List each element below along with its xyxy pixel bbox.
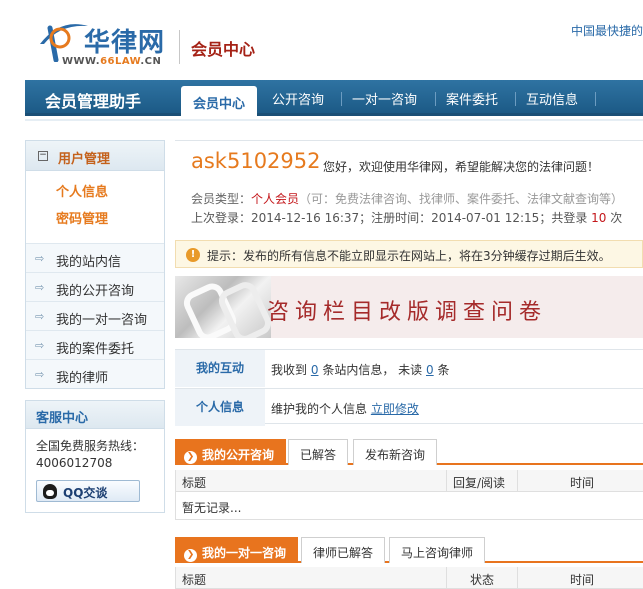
banner-graphic [175, 276, 271, 338]
tab-lawyer-answered[interactable]: 律师已解答 [301, 537, 386, 563]
arrow-circle-icon: ❯ [184, 549, 197, 562]
site-header: 华律网 WWW.66LAW.CN 会员中心 中国最快捷的 [0, 0, 643, 80]
column-reply-read: 回复/阅读 [453, 476, 506, 490]
login-stats: 上次登录：2014-12-16 16:37；注册时间：2014-07-01 12… [191, 211, 623, 225]
tab-my-one-on-one[interactable]: ❯ 我的一对一咨询 [175, 537, 299, 563]
logo-icon[interactable] [30, 14, 90, 62]
member-type: 会员类型：个人会员（可：免费法律咨询、找律师、案件委托、法律文献查询等） [191, 192, 624, 206]
arrow-right-icon: ⇨ [35, 339, 45, 352]
tab-publish-new[interactable]: 发布新咨询 [353, 439, 438, 465]
column-time: 时间 [570, 476, 595, 490]
grid-header: 标题 状态 时间 [176, 567, 643, 589]
one-on-one-tabs: ❯ 我的一对一咨询 律师已解答 马上咨询律师 [175, 537, 643, 563]
tab-public-consult[interactable]: 公开咨询 [272, 89, 324, 108]
arrow-right-icon: ⇨ [35, 310, 45, 323]
info-icon: ! [186, 248, 200, 262]
arrow-circle-icon: ❯ [184, 451, 197, 464]
empty-state: 暂无记录... [176, 492, 643, 520]
sidebar-item-one-on-one[interactable]: ⇨ 我的一对一咨询 [26, 301, 164, 330]
tab-my-public-consult[interactable]: ❯ 我的公开咨询 [175, 439, 287, 465]
one-on-one-grid: 标题 状态 时间 [175, 567, 643, 589]
customer-service-title: 客服中心 [26, 401, 164, 429]
personal-info-row: 个人信息 维护我的个人信息 立即修改 [175, 388, 643, 426]
logo-divider [179, 30, 180, 64]
logo-url: WWW.66LAW.CN [62, 56, 162, 67]
tab-case-entrust[interactable]: 案件委托 [446, 89, 498, 108]
column-time: 时间 [570, 573, 595, 587]
sidebar-item-password[interactable]: 密码管理 [56, 206, 164, 233]
collapse-icon[interactable]: − [38, 151, 48, 161]
personal-info-label: 个人信息 [175, 389, 265, 426]
notice-bar: ! 提示：发布的所有信息不能立即显示在网站上，将在3分钟缓存过期后生效。 [175, 240, 643, 268]
nav-underline [25, 119, 643, 121]
user-management-title: 用户管理 [58, 152, 111, 167]
qq-icon [43, 484, 57, 499]
nav-title: 会员管理助手 [45, 92, 142, 111]
welcome-panel: ask5102952 您好，欢迎使用华律网，希望能解决您的法律问题！ 会员类型：… [175, 140, 643, 232]
nav-divider [435, 92, 436, 106]
logo-text[interactable]: 华律网 [84, 22, 165, 59]
tab-answered[interactable]: 已解答 [288, 439, 349, 465]
grid-header: 标题 回复/阅读 时间 [176, 470, 643, 492]
survey-banner[interactable]: 咨询栏目改版调查问卷 [175, 276, 643, 338]
column-divider [517, 470, 518, 492]
welcome-greeting: 您好，欢迎使用华律网，希望能解决您的法律问题！ [323, 160, 600, 174]
tab-member-center[interactable]: 会员中心 [181, 86, 258, 116]
tab-one-on-one[interactable]: 一对一咨询 [352, 89, 417, 108]
column-title: 标题 [182, 476, 207, 490]
customer-service-box: 客服中心 全国免费服务热线： 4006012708 QQ交谈 [25, 400, 165, 513]
sidebar-item-public-consult[interactable]: ⇨ 我的公开咨询 [26, 272, 164, 301]
column-title: 标题 [182, 573, 207, 587]
column-divider [517, 567, 518, 589]
nav-divider [515, 92, 516, 106]
arrow-right-icon: ⇨ [35, 252, 45, 265]
column-divider [446, 470, 447, 492]
hotline-label: 全国免费服务热线： [36, 439, 145, 453]
unread-count-link[interactable]: 0 [426, 363, 434, 377]
sidebar: − 用户管理 个人信息 密码管理 ⇨ 我的站内信 ⇨ 我的公开咨询 ⇨ 我的一对… [25, 140, 165, 389]
interaction-row: 我的互动 我收到 0 条站内信息， 未读 0 条 [175, 350, 643, 387]
tab-consult-lawyer-now[interactable]: 马上咨询律师 [389, 537, 486, 563]
main-nav: 会员管理助手 会员中心 公开咨询 一对一咨询 案件委托 互动信息 [25, 80, 643, 116]
sidebar-item-my-lawyers[interactable]: ⇨ 我的律师 [26, 359, 164, 388]
arrow-right-icon: ⇨ [35, 281, 45, 294]
message-summary: 我收到 0 条站内信息， 未读 0 条 [271, 363, 450, 377]
column-divider [446, 567, 447, 589]
interaction-table: 我的互动 我收到 0 条站内信息， 未读 0 条 个人信息 维护我的个人信息 立… [175, 349, 643, 426]
arrow-right-icon: ⇨ [35, 368, 45, 381]
notice-text: 提示：发布的所有信息不能立即显示在网站上，将在3分钟缓存过期后生效。 [207, 249, 611, 263]
received-count-link[interactable]: 0 [311, 363, 319, 377]
sidebar-item-messages[interactable]: ⇨ 我的站内信 [26, 243, 164, 272]
hotline-number: 4006012708 [36, 456, 113, 470]
qq-chat-button[interactable]: QQ交谈 [36, 480, 140, 502]
banner-text: 咨询栏目改版调查问卷 [267, 300, 548, 325]
personal-info-text: 维护我的个人信息 立即修改 [271, 402, 419, 416]
username: ask5102952 [191, 149, 321, 173]
tab-interaction[interactable]: 互动信息 [526, 89, 578, 108]
user-management-section: − 用户管理 个人信息 密码管理 ⇨ 我的站内信 ⇨ 我的公开咨询 ⇨ 我的一对… [25, 140, 165, 389]
edit-now-link[interactable]: 立即修改 [371, 402, 419, 416]
public-consult-grid: 标题 回复/阅读 时间 暂无记录... [175, 470, 643, 520]
header-slogan: 中国最快捷的 [570, 24, 643, 38]
nav-divider [341, 92, 342, 106]
column-status: 状态 [470, 573, 495, 587]
user-management-submenu: 个人信息 密码管理 [26, 171, 164, 243]
page-title: 会员中心 [191, 40, 256, 59]
sidebar-item-case-entrust[interactable]: ⇨ 我的案件委托 [26, 330, 164, 359]
sidebar-item-personal-info[interactable]: 个人信息 [56, 179, 164, 206]
user-management-header[interactable]: − 用户管理 [26, 141, 164, 171]
public-consult-tabs: ❯ 我的公开咨询 已解答 发布新咨询 [175, 439, 643, 465]
nav-divider [595, 92, 596, 106]
interaction-label: 我的互动 [175, 350, 265, 387]
